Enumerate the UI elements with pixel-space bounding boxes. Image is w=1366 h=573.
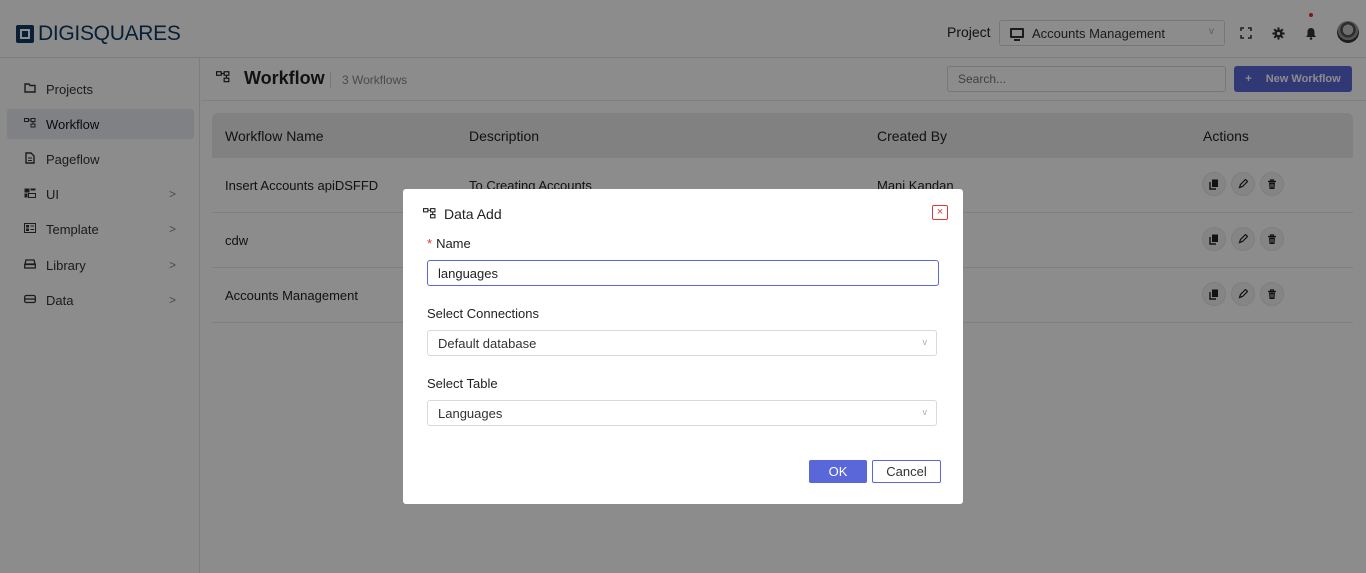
connections-select-value: Default database <box>438 335 537 351</box>
name-label-text: Name <box>436 236 471 251</box>
table-select[interactable]: Languages v <box>427 400 937 426</box>
workflow-icon <box>423 208 436 222</box>
ok-button[interactable]: OK <box>809 460 867 483</box>
dialog-title: Data Add <box>444 206 502 222</box>
table-label: Select Table <box>427 376 498 391</box>
name-field[interactable] <box>427 260 939 286</box>
data-add-dialog: Data Add × *Name Select Connections Defa… <box>403 189 963 504</box>
chevron-down-icon: v <box>922 337 928 347</box>
connections-label: Select Connections <box>427 306 540 321</box>
close-icon[interactable]: × <box>932 205 948 220</box>
chevron-down-icon: v <box>922 407 928 417</box>
connections-select[interactable]: Default database v <box>427 330 937 356</box>
cancel-button[interactable]: Cancel <box>872 460 941 483</box>
table-select-value: Languages <box>438 405 503 421</box>
name-label: * Name <box>427 236 471 251</box>
required-mark: * <box>427 236 433 251</box>
